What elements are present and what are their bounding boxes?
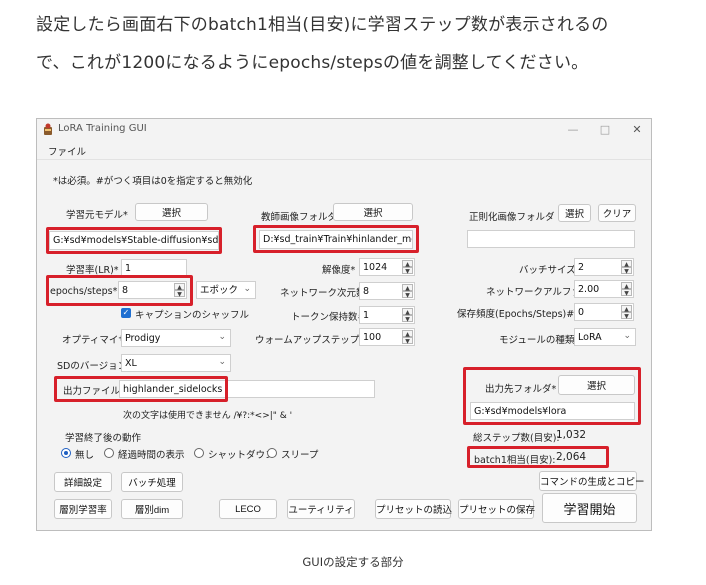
menu-file[interactable]: ファイル bbox=[48, 144, 86, 158]
warmup-steps-input[interactable]: 100 ▲ ▼ bbox=[359, 328, 415, 346]
batch-size-input[interactable]: 2 ▲ ▼ bbox=[574, 258, 634, 276]
sd-version-value: XL bbox=[125, 358, 137, 369]
minimize-button[interactable]: — bbox=[563, 122, 583, 137]
optimizer-value: Prodigy bbox=[125, 333, 161, 344]
after-none-radio[interactable] bbox=[61, 448, 71, 458]
network-dim-stepper[interactable]: ▲ ▼ bbox=[402, 284, 413, 299]
reg-folder-label: 正則化画像フォルダ bbox=[469, 212, 555, 223]
highlight-output-name bbox=[54, 376, 228, 402]
token-keep-input[interactable]: 1 ▲ ▼ bbox=[359, 306, 415, 324]
title-bar: LoRA Training GUI — □ ✕ bbox=[37, 119, 651, 141]
epochs-unit-value: エポック bbox=[200, 285, 239, 296]
output-folder-select-button[interactable]: 選択 bbox=[558, 375, 635, 395]
learning-rate-input[interactable]: 1 bbox=[121, 259, 187, 276]
menu-bar: ファイル bbox=[37, 141, 651, 160]
shuffle-caption-checkbox[interactable]: ✓ bbox=[121, 308, 131, 318]
batch-size-label: バッチサイズ* bbox=[519, 265, 581, 276]
after-none-label: 無し bbox=[75, 450, 95, 461]
preset-save-button[interactable]: プリセットの保存 bbox=[458, 499, 535, 519]
close-button[interactable]: ✕ bbox=[627, 122, 647, 137]
epochs-unit-select[interactable]: エポック ⌄ bbox=[196, 281, 256, 299]
output-folder-label: 出力先フォルダ* bbox=[485, 384, 557, 395]
module-type-value: LoRA bbox=[578, 332, 602, 343]
save-frequency-value: 0 bbox=[578, 307, 585, 318]
utility-button[interactable]: ユーティリティ bbox=[287, 499, 355, 519]
batch-process-button[interactable]: バッチ処理 bbox=[121, 472, 183, 492]
after-elapsed-radio[interactable] bbox=[104, 448, 114, 458]
lora-training-window: LoRA Training GUI — □ ✕ ファイル *は必須。#がつく項目… bbox=[36, 118, 652, 531]
advanced-settings-button[interactable]: 詳細設定 bbox=[54, 472, 112, 492]
chevron-down-icon: ⌄ bbox=[218, 357, 226, 367]
invalid-chars-note: 次の文字は使用できません /¥?:*<>|" & ' bbox=[123, 411, 293, 421]
after-elapsed-label: 経過時間の表示 bbox=[118, 450, 185, 461]
maximize-button[interactable]: □ bbox=[595, 122, 615, 137]
sd-version-select[interactable]: XL ⌄ bbox=[121, 354, 231, 372]
figure-caption: GUIの設定する部分 bbox=[302, 555, 404, 569]
resolution-value: 1024 bbox=[363, 262, 388, 273]
chevron-down-icon: ⌄ bbox=[218, 332, 226, 342]
reg-folder-clear-button[interactable]: クリア bbox=[598, 204, 636, 222]
optimizer-select[interactable]: Prodigy ⌄ bbox=[121, 329, 231, 347]
teacher-folder-select-button[interactable]: 選択 bbox=[333, 203, 413, 221]
network-dim-input[interactable]: 8 ▲ ▼ bbox=[359, 282, 415, 300]
resolution-input[interactable]: 1024 ▲ ▼ bbox=[359, 258, 415, 276]
leco-button[interactable]: LECO bbox=[219, 499, 277, 519]
base-model-label: 学習元モデル* bbox=[66, 210, 128, 221]
network-dim-value: 8 bbox=[363, 286, 370, 297]
batch-size-stepper[interactable]: ▲ ▼ bbox=[621, 260, 632, 275]
save-frequency-input[interactable]: 0 ▲ ▼ bbox=[574, 303, 634, 321]
warmup-steps-value: 100 bbox=[363, 332, 382, 343]
warmup-steps-stepper[interactable]: ▲ ▼ bbox=[402, 330, 413, 345]
after-training-label: 学習終了後の動作 bbox=[65, 433, 142, 444]
generate-command-button[interactable]: コマンドの生成とコピー bbox=[539, 471, 645, 491]
layer-lr-button[interactable]: 層別学習率 bbox=[54, 499, 112, 519]
after-shutdown-radio[interactable] bbox=[194, 448, 204, 458]
window-title: LoRA Training GUI bbox=[58, 123, 147, 134]
module-type-label: モジュールの種類* bbox=[499, 335, 580, 346]
save-frequency-label: 保存頻度(Epochs/Steps)# bbox=[457, 309, 575, 320]
total-steps-label: 総ステップ数(目安): bbox=[473, 433, 560, 444]
highlight-base-model bbox=[46, 227, 222, 254]
layer-dim-button[interactable]: 層別dim bbox=[121, 499, 183, 519]
chevron-down-icon: ⌄ bbox=[623, 331, 631, 341]
token-keep-stepper[interactable]: ▲ ▼ bbox=[402, 308, 413, 323]
teacher-folder-label: 教師画像フォルダ* bbox=[261, 212, 342, 223]
total-steps-value: 1,032 bbox=[556, 429, 587, 441]
reg-folder-select-button[interactable]: 選択 bbox=[558, 204, 591, 222]
reg-folder-path-input[interactable] bbox=[467, 230, 635, 248]
network-alpha-value: 2.00 bbox=[578, 284, 600, 295]
module-type-select[interactable]: LoRA ⌄ bbox=[574, 328, 636, 346]
after-sleep-label: スリープ bbox=[281, 450, 319, 461]
save-frequency-stepper[interactable]: ▲ ▼ bbox=[621, 305, 632, 320]
preset-load-button[interactable]: プリセットの読込 bbox=[375, 499, 452, 519]
network-alpha-stepper[interactable]: ▲ ▼ bbox=[621, 282, 632, 297]
highlight-teacher-folder bbox=[253, 225, 419, 253]
intro-line-1: 設定したら画面右下のbatch1相当(目安)に学習ステップ数が表示されるの bbox=[36, 15, 609, 35]
required-note: *は必須。#がつく項目は0を指定すると無効化 bbox=[53, 176, 253, 187]
token-keep-value: 1 bbox=[363, 310, 370, 321]
highlight-epochs-steps bbox=[46, 275, 193, 306]
network-alpha-input[interactable]: 2.00 ▲ ▼ bbox=[574, 280, 634, 298]
batch-size-value: 2 bbox=[578, 262, 585, 273]
network-dim-label: ネットワーク次元数* bbox=[280, 288, 371, 299]
token-keep-label: トークン保持数# bbox=[291, 312, 366, 323]
shuffle-caption-label: キャプションのシャッフル bbox=[135, 310, 250, 321]
chevron-down-icon: ⌄ bbox=[243, 284, 251, 294]
highlight-batch1-steps bbox=[467, 446, 609, 468]
app-icon bbox=[44, 123, 52, 135]
learning-rate-label: 学習率(LR)* bbox=[66, 265, 119, 276]
intro-line-2: で、これが1200になるようにepochs/stepsの値を調整してください。 bbox=[36, 53, 589, 73]
resolution-label: 解像度* bbox=[322, 265, 356, 276]
network-alpha-label: ネットワークアルファ* bbox=[486, 287, 586, 298]
after-shutdown-label: シャットダウン bbox=[208, 450, 275, 461]
resolution-stepper[interactable]: ▲ ▼ bbox=[402, 260, 413, 275]
start-training-button[interactable]: 学習開始 bbox=[542, 493, 637, 523]
sd-version-label: SDのバージョン bbox=[57, 361, 128, 372]
output-folder-path-input[interactable]: G:¥sd¥models¥lora bbox=[470, 402, 635, 420]
base-model-select-button[interactable]: 選択 bbox=[135, 203, 208, 221]
after-sleep-radio[interactable] bbox=[267, 448, 277, 458]
